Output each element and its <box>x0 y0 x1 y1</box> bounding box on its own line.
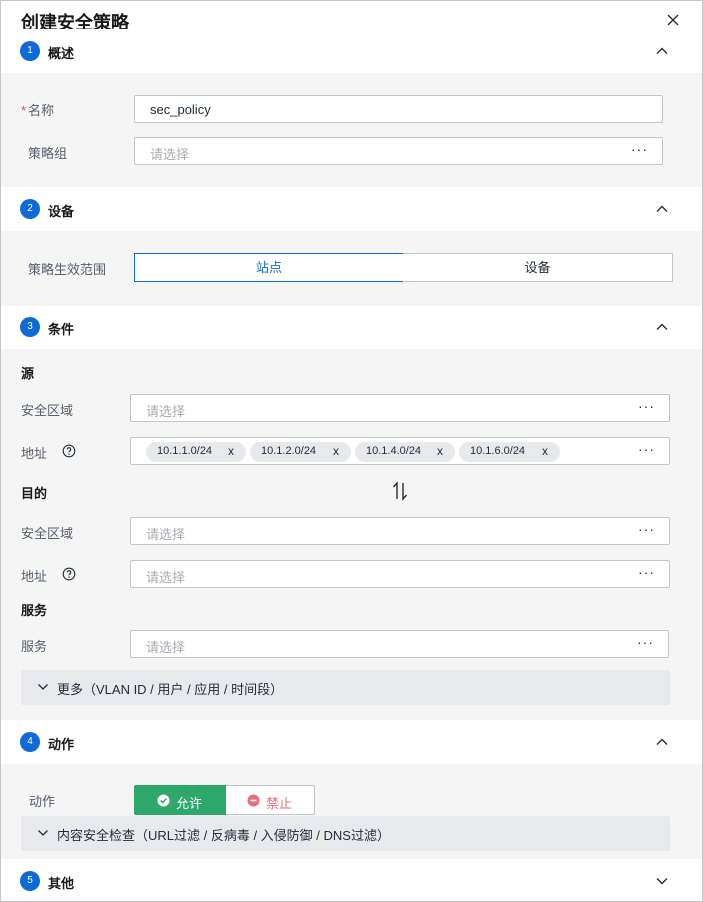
section-title-other: 其他 <box>48 876 75 891</box>
section-condition-header[interactable] <box>1 306 702 350</box>
name-value: sec_policy <box>150 102 211 117</box>
help-icon[interactable] <box>62 567 76 581</box>
chevron-down-icon[interactable] <box>654 873 670 889</box>
step-number-3: 3 <box>20 317 40 337</box>
policy-group-label: 策略组 <box>28 146 68 161</box>
section-title-condition: 条件 <box>48 322 75 337</box>
remove-chip-icon[interactable]: x <box>437 444 443 458</box>
policy-group-select[interactable]: 请选择 ··· <box>134 137 663 165</box>
address-chip: 10.1.2.0/24 x <box>250 442 351 462</box>
chevron-up-icon[interactable] <box>654 201 670 217</box>
deny-button[interactable]: 禁止 <box>226 785 315 815</box>
section-action-header[interactable] <box>1 720 702 764</box>
chevron-up-icon[interactable] <box>654 319 670 335</box>
scope-option-device[interactable]: 设备 <box>403 253 673 282</box>
source-address-label: 地址 <box>21 446 48 461</box>
remove-chip-icon[interactable]: x <box>228 444 234 458</box>
source-title: 源 <box>21 366 35 381</box>
more-options-icon[interactable]: ··· <box>638 521 655 537</box>
content-security-toggle[interactable]: 内容安全检查（URL过滤 / 反病毒 / 入侵防御 / DNS过滤） <box>21 816 670 851</box>
dest-address-placeholder: 请选择 <box>146 570 186 585</box>
scope-label: 策略生效范围 <box>28 262 107 277</box>
service-select[interactable]: 请选择 ··· <box>130 630 669 658</box>
more-conditions-label: 更多（VLAN ID / 用户 / 应用 / 时间段） <box>57 682 284 697</box>
more-options-icon[interactable]: ··· <box>631 141 648 157</box>
source-zone-select[interactable]: 请选择 ··· <box>130 394 670 422</box>
swap-icon[interactable] <box>391 481 409 501</box>
section-overview-header[interactable] <box>1 29 702 73</box>
chevron-down-icon <box>38 684 48 690</box>
destination-title: 目的 <box>21 486 48 501</box>
service-label: 服务 <box>21 639 48 654</box>
section-device-header[interactable] <box>1 187 702 231</box>
dest-address-label: 地址 <box>21 569 48 584</box>
scope-option-site[interactable]: 站点 <box>134 253 404 282</box>
remove-chip-icon[interactable]: x <box>333 444 339 458</box>
more-options-icon[interactable]: ··· <box>638 398 655 414</box>
chevron-up-icon[interactable] <box>654 43 670 59</box>
allow-label: 允许 <box>176 796 203 811</box>
address-chip: 10.1.6.0/24 x <box>459 442 560 462</box>
dest-address-select[interactable]: 请选择 ··· <box>130 560 670 588</box>
check-circle-icon <box>157 794 170 807</box>
dest-zone-label: 安全区域 <box>21 526 74 541</box>
close-icon[interactable] <box>664 11 682 29</box>
chevron-up-icon[interactable] <box>654 734 670 750</box>
minus-circle-icon <box>247 794 260 807</box>
source-address-select[interactable]: 10.1.1.0/24 x 10.1.2.0/24 x 10.1.4.0/24 x 1… <box>130 437 670 465</box>
service-title: 服务 <box>21 603 48 618</box>
remove-chip-icon[interactable]: x <box>542 444 548 458</box>
address-chip: 10.1.1.0/24 x <box>146 442 246 462</box>
policy-group-placeholder: 请选择 <box>150 147 190 162</box>
service-placeholder: 请选择 <box>146 640 186 655</box>
step-number-1: 1 <box>20 41 40 61</box>
more-options-icon[interactable]: ··· <box>637 634 654 650</box>
name-label: * 名称 <box>21 103 55 118</box>
dest-zone-select[interactable]: 请选择 ··· <box>130 517 670 545</box>
more-options-icon[interactable]: ··· <box>638 441 655 457</box>
source-zone-label: 安全区域 <box>21 403 74 418</box>
allow-button[interactable]: 允许 <box>134 785 226 815</box>
action-label: 动作 <box>29 794 56 809</box>
dest-zone-placeholder: 请选择 <box>146 527 186 542</box>
chevron-down-icon <box>38 830 48 836</box>
section-title-overview: 概述 <box>48 46 75 61</box>
more-options-icon[interactable]: ··· <box>638 564 655 580</box>
content-security-label: 内容安全检查（URL过滤 / 反病毒 / 入侵防御 / DNS过滤） <box>57 828 390 843</box>
step-number-2: 2 <box>20 199 40 219</box>
deny-label: 禁止 <box>266 796 293 811</box>
step-number-5: 5 <box>20 871 40 891</box>
section-other-header[interactable] <box>1 859 702 901</box>
address-chip: 10.1.4.0/24 x <box>355 442 455 462</box>
help-icon[interactable] <box>62 444 76 458</box>
step-number-4: 4 <box>20 732 40 752</box>
source-zone-placeholder: 请选择 <box>146 404 186 419</box>
name-input[interactable]: sec_policy <box>134 95 663 123</box>
more-conditions-toggle[interactable]: 更多（VLAN ID / 用户 / 应用 / 时间段） <box>21 670 670 705</box>
section-title-action: 动作 <box>48 737 75 752</box>
section-overview-body <box>1 73 702 187</box>
section-title-device: 设备 <box>48 204 75 219</box>
